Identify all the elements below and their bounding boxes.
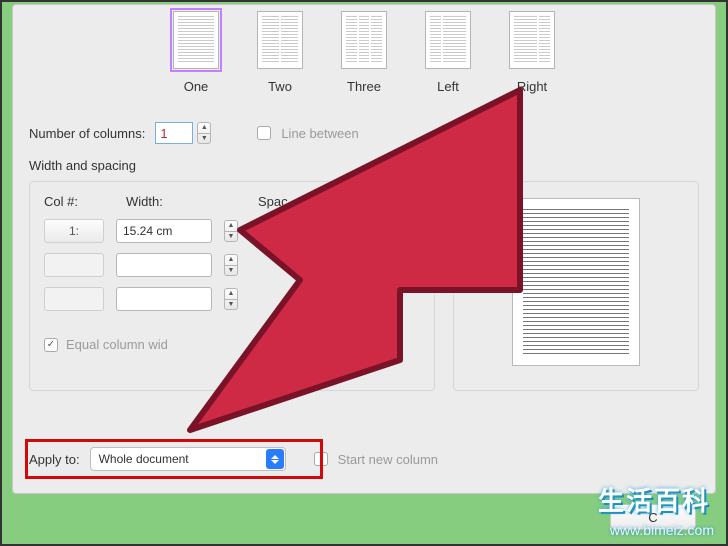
- preset-three[interactable]: Three: [341, 11, 387, 94]
- preset-two-icon: [257, 11, 303, 69]
- equal-width-checkbox[interactable]: ✓: [44, 338, 58, 352]
- preview-lines: [523, 209, 629, 355]
- equal-width-label: Equal column wid: [66, 337, 168, 352]
- width-header: Width:: [126, 194, 236, 209]
- num-columns-stepper-wrap: ▲▼: [155, 122, 211, 144]
- preset-right-label: Right: [517, 79, 547, 94]
- num-columns-stepper[interactable]: ▲▼: [197, 122, 211, 144]
- width-spacing-box: Col #: Width: Spac 1: ▲▼ ▲▼ ▲▼: [29, 181, 435, 391]
- start-new-column-checkbox[interactable]: [314, 452, 328, 466]
- preset-three-label: Three: [347, 79, 381, 94]
- start-new-column-label: Start new column: [338, 452, 438, 467]
- preset-three-icon: [341, 11, 387, 69]
- watermark-url: www.bimeiz.com: [610, 522, 714, 538]
- table-row: 1: ▲▼: [44, 219, 420, 243]
- num-columns-input[interactable]: [155, 122, 193, 144]
- columns-dialog: One Two Three Left Right Number of colum…: [12, 4, 716, 494]
- chevron-updown-icon: [266, 449, 284, 469]
- preset-left[interactable]: Left: [425, 11, 471, 94]
- preset-one-label: One: [184, 79, 209, 94]
- stepper-down-icon[interactable]: ▼: [225, 232, 237, 242]
- num-columns-label: Number of columns:: [29, 126, 145, 141]
- preset-left-icon: [425, 11, 471, 69]
- line-between-checkbox[interactable]: [257, 126, 271, 140]
- width-stepper-3: ▲▼: [224, 288, 238, 310]
- groups-row: Width and spacing Col #: Width: Spac 1: …: [23, 158, 705, 391]
- col-index-2: [44, 253, 104, 277]
- line-between-label: Line between: [281, 126, 358, 141]
- width-spacing-title: Width and spacing: [29, 158, 435, 173]
- preview-group: Preview: [453, 158, 699, 391]
- width-input-1[interactable]: [116, 219, 212, 243]
- stepper-up-icon[interactable]: ▲: [225, 221, 237, 232]
- number-of-columns-row: Number of columns: ▲▼ Line between: [29, 122, 705, 144]
- table-row: ▲▼: [44, 253, 420, 277]
- equal-width-row: ✓ Equal column wid: [44, 337, 420, 352]
- col-index-1: 1:: [44, 219, 104, 243]
- column-presets: One Two Three Left Right: [23, 11, 705, 94]
- width-spacing-group: Width and spacing Col #: Width: Spac 1: …: [29, 158, 435, 391]
- apply-to-label: Apply to:: [29, 452, 80, 467]
- spacing-header: Spac: [258, 194, 288, 209]
- preset-left-label: Left: [437, 79, 459, 94]
- stepper-up-icon[interactable]: ▲: [198, 123, 210, 134]
- col-index-3: [44, 287, 104, 311]
- apply-to-select[interactable]: Whole document: [90, 447, 286, 471]
- ws-headers: Col #: Width: Spac: [44, 194, 420, 209]
- width-stepper-1[interactable]: ▲▼: [224, 220, 238, 242]
- width-stepper-2: ▲▼: [224, 254, 238, 276]
- col-header: Col #:: [44, 194, 104, 209]
- apply-to-value: Whole document: [99, 452, 189, 466]
- preset-right[interactable]: Right: [509, 11, 555, 94]
- watermark-text: 生活百科: [598, 481, 710, 518]
- preset-two[interactable]: Two: [257, 11, 303, 94]
- width-input-3: [116, 287, 212, 311]
- preset-two-label: Two: [268, 79, 292, 94]
- preset-one-icon: [173, 11, 219, 69]
- stepper-down-icon[interactable]: ▼: [198, 134, 210, 144]
- apply-row: Apply to: Whole document Start new colum…: [29, 447, 699, 471]
- preset-right-icon: [509, 11, 555, 69]
- preview-box: [453, 181, 699, 391]
- preview-page-icon: [512, 198, 640, 366]
- preset-one[interactable]: One: [173, 11, 219, 94]
- width-input-2: [116, 253, 212, 277]
- table-row: ▲▼: [44, 287, 420, 311]
- preview-title: Preview: [453, 158, 699, 173]
